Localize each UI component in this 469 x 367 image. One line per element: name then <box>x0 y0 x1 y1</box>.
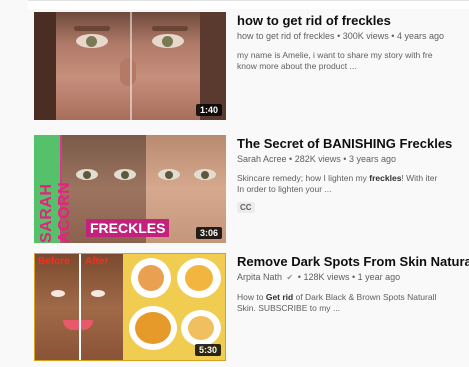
thumbnail-graphic <box>181 310 221 346</box>
video-title[interactable]: how to get rid of freckles <box>237 12 469 29</box>
view-count: 282K views <box>294 154 341 164</box>
meta-separator: • <box>297 272 301 282</box>
video-thumbnail[interactable]: Before After 5:30 <box>34 253 226 361</box>
video-description: Skincare remedy; how I lighten my freckl… <box>237 173 469 195</box>
upload-age: 4 years ago <box>396 31 444 41</box>
video-description: How to Get rid of Dark Black & Brown Spo… <box>237 292 469 314</box>
duration-badge: 1:40 <box>195 104 222 116</box>
thumbnail-graphic <box>76 34 108 48</box>
video-description: my name is Amelie, i want to share my st… <box>237 50 469 72</box>
meta-separator: • <box>337 31 341 41</box>
description-text: How to <box>237 292 266 302</box>
description-line: How to Get rid of Dark Black & Brown Spo… <box>237 292 469 303</box>
video-meta: Sarah Acree • 282K views • 3 years ago <box>237 153 469 165</box>
thumbnail-graphic <box>152 34 184 48</box>
description-line: Skin. SUBSCRIBE to my ... <box>237 303 340 313</box>
video-title[interactable]: The Secret of BANISHING Freckles <box>237 135 469 152</box>
video-meta: how to get rid of freckles • 300K views … <box>237 30 469 42</box>
thumbnail-graphic <box>79 254 81 360</box>
thumbnail-graphic <box>131 258 171 298</box>
channel-name[interactable]: Sarah Acree <box>237 154 287 164</box>
video-result[interactable]: 1:40 how to get rid of freckles how to g… <box>34 12 469 120</box>
video-info: Remove Dark Spots From Skin Natura Arpit… <box>237 253 469 314</box>
upload-age: 3 years ago <box>348 154 396 164</box>
check-circle-icon: ✔ <box>286 273 294 282</box>
meta-separator: • <box>351 272 356 282</box>
description-line: Skincare remedy; how I lighten my freckl… <box>237 173 469 184</box>
thumbnail-before-label: Before <box>38 256 70 267</box>
description-line: know more about the product ... <box>237 61 357 71</box>
description-text: of Dark Black & Brown Spots Naturall <box>293 292 437 302</box>
view-count: 128K views <box>303 272 350 282</box>
duration-badge: 5:30 <box>194 344 221 356</box>
thumbnail-graphic <box>177 258 221 298</box>
meta-separator: • <box>289 154 293 164</box>
description-line: my name is Amelie, i want to share my st… <box>237 50 433 60</box>
top-rule <box>28 0 469 9</box>
thumbnail-graphic <box>120 58 136 86</box>
description-highlight: Get rid <box>265 292 294 302</box>
upload-age: 1 year ago <box>357 272 401 282</box>
thumbnail-graphic <box>34 12 56 120</box>
video-meta: Arpita Nath ✔ • 128K views • 1 year ago <box>237 271 469 284</box>
channel-name[interactable]: how to get rid of freckles <box>237 31 335 41</box>
cc-badge: CC <box>237 202 255 213</box>
view-count: 300K views <box>342 31 389 41</box>
video-thumbnail[interactable]: 1:40 <box>34 12 226 120</box>
video-info: The Secret of BANISHING Freckles Sarah A… <box>237 135 469 215</box>
thumbnail-label: FRECKLES <box>86 219 170 237</box>
description-text: ! With iter <box>401 173 438 183</box>
video-info: how to get rid of freckles how to get ri… <box>237 12 469 72</box>
video-result[interactable]: SARAH ACORN FRECKLES 3:06 The Secret of … <box>34 135 469 243</box>
thumbnail-after-label: After <box>85 256 109 267</box>
description-line: In order to lighten your ... <box>237 184 332 194</box>
meta-separator: • <box>343 154 347 164</box>
thumbnail-banner-text: SARAH ACORN <box>38 181 73 243</box>
thumbnail-graphic <box>130 12 132 120</box>
thumbnail-graphic <box>74 26 110 31</box>
thumbnail-graphic <box>129 306 177 350</box>
description-highlight: freckles <box>369 173 402 183</box>
duration-badge: 3:06 <box>195 227 222 239</box>
video-thumbnail[interactable]: SARAH ACORN FRECKLES 3:06 <box>34 135 226 243</box>
video-result[interactable]: Before After 5:30 Remove Dark Spots From… <box>34 253 469 361</box>
channel-name[interactable]: Arpita Nath <box>237 272 282 282</box>
thumbnail-graphic <box>152 26 188 31</box>
video-title[interactable]: Remove Dark Spots From Skin Natura <box>237 253 469 270</box>
meta-separator: • <box>391 31 395 41</box>
thumbnail-banner: SARAH ACORN <box>34 135 73 243</box>
description-text: Skincare remedy; how I lighten my <box>237 173 370 183</box>
